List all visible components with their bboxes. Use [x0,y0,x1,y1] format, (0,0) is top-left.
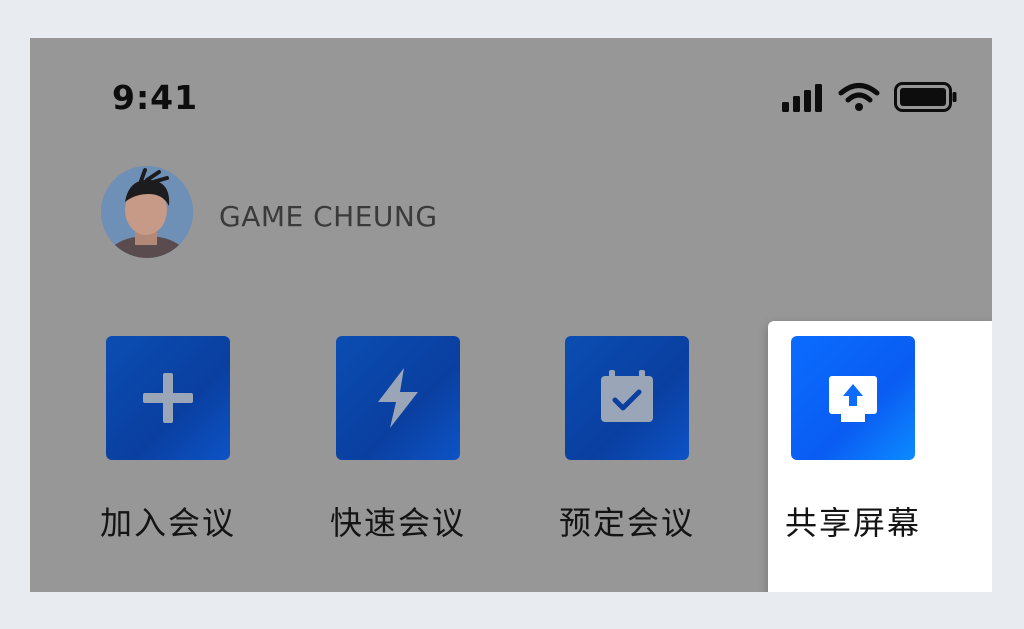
share-screen-tile [791,336,915,460]
avatar-photo [101,166,193,258]
battery-icon [894,82,957,112]
share-screen-label: 共享屏幕 [784,504,921,542]
quick-meeting-label: 快速会议 [329,504,466,542]
status-bar: 9:41 [30,38,992,158]
app-screen: 9:41 GAME CHEUNG 加入会议 快速会议 预定会议 共享屏幕 [30,38,992,592]
status-time: 9:41 [112,78,199,117]
avatar[interactable] [101,166,193,258]
schedule-meeting-tile [565,336,689,460]
signal-icon [782,84,822,112]
quick-meeting-button[interactable]: 快速会议 [328,336,468,544]
schedule-meeting-label: 预定会议 [558,504,695,542]
share-screen-button[interactable]: 共享屏幕 [783,336,923,544]
join-meeting-tile [106,336,230,460]
lightning-icon [378,368,418,428]
calendar-check-icon [601,370,653,422]
user-name: GAME CHEUNG [219,200,438,233]
schedule-meeting-button[interactable]: 预定会议 [557,336,697,544]
quick-meeting-tile [336,336,460,460]
wifi-icon [838,83,880,111]
join-meeting-button[interactable]: 加入会议 [98,336,238,544]
plus-icon [143,373,193,423]
join-meeting-label: 加入会议 [99,504,236,542]
share-screen-icon [829,376,877,422]
